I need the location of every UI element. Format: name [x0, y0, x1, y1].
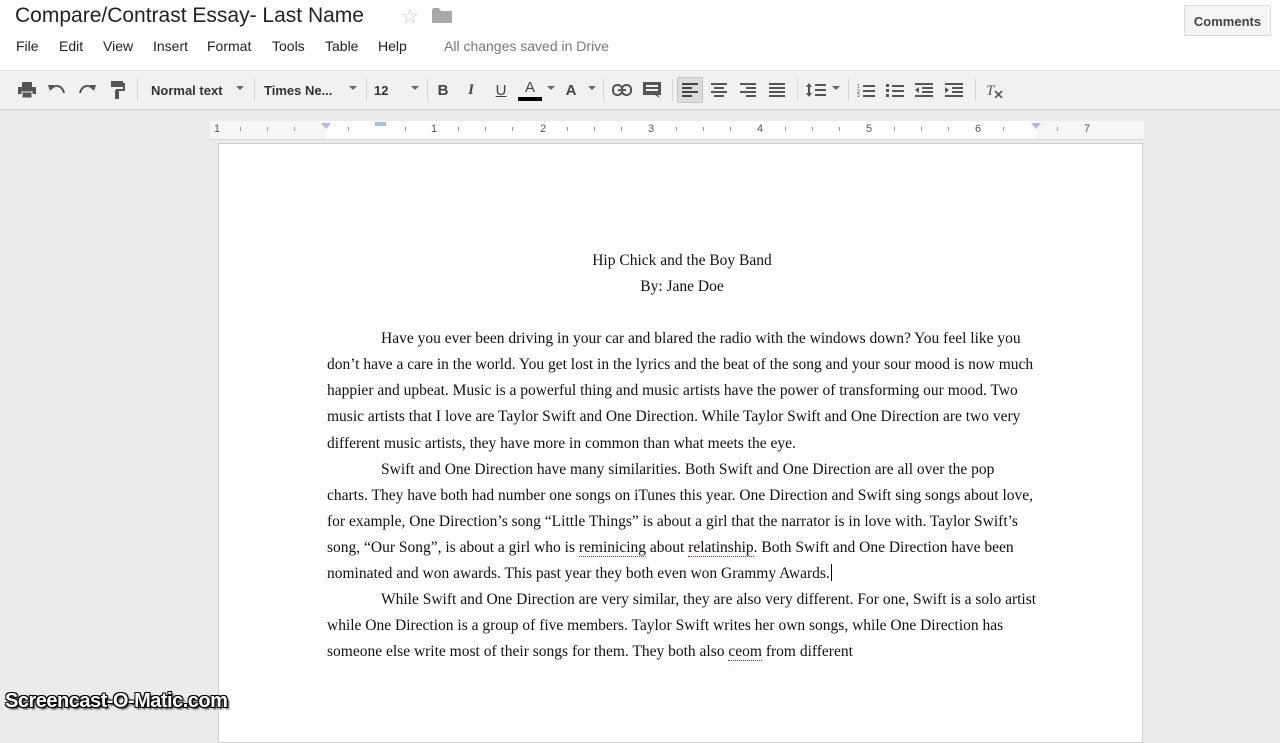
comments-button[interactable]: Comments	[1184, 5, 1271, 36]
svg-text:T: T	[986, 83, 996, 98]
ruler-label: 7	[1084, 123, 1091, 135]
watermark: Screencast-O-Matic.com	[5, 690, 228, 712]
ruler-label: 1	[431, 123, 438, 135]
document-page[interactable]: Hip Chick and the Boy Band By: Jane Doe …	[218, 143, 1143, 743]
align-center-icon[interactable]	[706, 77, 732, 103]
paragraph-3-text-b: from different	[761, 643, 853, 661]
folder-icon[interactable]	[432, 8, 452, 23]
text-color-bar	[518, 96, 542, 101]
highlight-color-button[interactable]: A	[560, 77, 582, 103]
bold-button[interactable]: B	[432, 77, 454, 103]
star-icon[interactable]: ☆	[401, 4, 419, 29]
text-cursor	[830, 564, 832, 582]
essay-byline: By: Jane Doe	[640, 278, 724, 296]
save-status: All changes saved in Drive	[444, 38, 609, 54]
right-margin-marker[interactable]	[1031, 123, 1041, 129]
increase-indent-icon[interactable]	[941, 77, 967, 103]
link-icon[interactable]	[609, 77, 635, 103]
bulleted-list-icon[interactable]	[882, 77, 908, 103]
font-size-dropdown[interactable]: 12	[374, 77, 388, 103]
paragraph-2: Swift and One Direction have many simila…	[327, 457, 1037, 587]
line-spacing-icon[interactable]	[803, 77, 829, 103]
ruler-label: 6	[975, 123, 982, 135]
underline-button[interactable]: U	[490, 77, 512, 103]
numbered-list-icon[interactable]: 123	[853, 77, 879, 103]
justify-icon[interactable]	[764, 77, 790, 103]
menu-edit[interactable]: Edit	[59, 38, 83, 54]
align-left-icon[interactable]	[677, 77, 703, 103]
italic-button[interactable]: I	[460, 77, 482, 103]
essay-title: Hip Chick and the Boy Band	[592, 252, 772, 269]
document-body[interactable]: Hip Chick and the Boy Band By: Jane Doe …	[327, 248, 1037, 665]
text-color-button[interactable]: A	[517, 77, 543, 103]
menu-insert[interactable]: Insert	[153, 38, 188, 54]
decrease-indent-icon[interactable]	[911, 77, 937, 103]
paragraph-2-text-b: about	[646, 538, 689, 556]
highlight-label: A	[565, 81, 577, 99]
paragraph-3-text-a: While Swift and One Direction are very s…	[327, 591, 1037, 661]
document-title[interactable]: Compare/Contrast Essay- Last Name	[15, 4, 364, 28]
print-icon[interactable]	[14, 77, 40, 103]
first-line-indent-marker[interactable]	[375, 122, 386, 126]
misspelled-word[interactable]: reminicing	[578, 538, 647, 557]
paint-format-icon[interactable]	[104, 77, 130, 103]
toolbar: Normal text Times Ne... 12 B I U A A 123	[0, 70, 1280, 110]
redo-icon[interactable]	[74, 77, 100, 103]
misspelled-word[interactable]: ceom	[728, 643, 762, 662]
comment-icon[interactable]	[639, 77, 665, 103]
menu-tools[interactable]: Tools	[272, 38, 305, 54]
menu-format[interactable]: Format	[207, 38, 251, 54]
svg-text:3: 3	[857, 93, 860, 97]
ruler-label: 4	[757, 123, 764, 135]
clear-formatting-icon[interactable]: T	[981, 77, 1007, 103]
title-bar: Compare/Contrast Essay- Last Name ☆ Comm…	[0, 0, 1280, 70]
undo-icon[interactable]	[44, 77, 70, 103]
ruler-label: 1	[214, 123, 221, 135]
ruler-label: 5	[866, 123, 873, 135]
ruler-label: 3	[648, 123, 655, 135]
menu-view[interactable]: View	[103, 38, 133, 54]
misspelled-word[interactable]: relatinship	[688, 538, 754, 557]
ruler[interactable]: 1 1 2 3 4 5 6 7	[210, 121, 1144, 140]
menu-table[interactable]: Table	[325, 38, 358, 54]
ruler-label: 2	[540, 123, 547, 135]
font-dropdown[interactable]: Times Ne...	[264, 77, 332, 103]
text-color-label: A	[524, 78, 535, 96]
menu-help[interactable]: Help	[378, 38, 407, 54]
align-right-icon[interactable]	[735, 77, 761, 103]
paragraph-1: Have you ever been driving in your car a…	[327, 330, 1034, 452]
menu-file[interactable]: File	[16, 38, 39, 54]
left-margin-marker[interactable]	[321, 123, 331, 129]
style-dropdown[interactable]: Normal text	[151, 77, 223, 103]
paragraph-3: While Swift and One Direction are very s…	[327, 587, 1037, 665]
